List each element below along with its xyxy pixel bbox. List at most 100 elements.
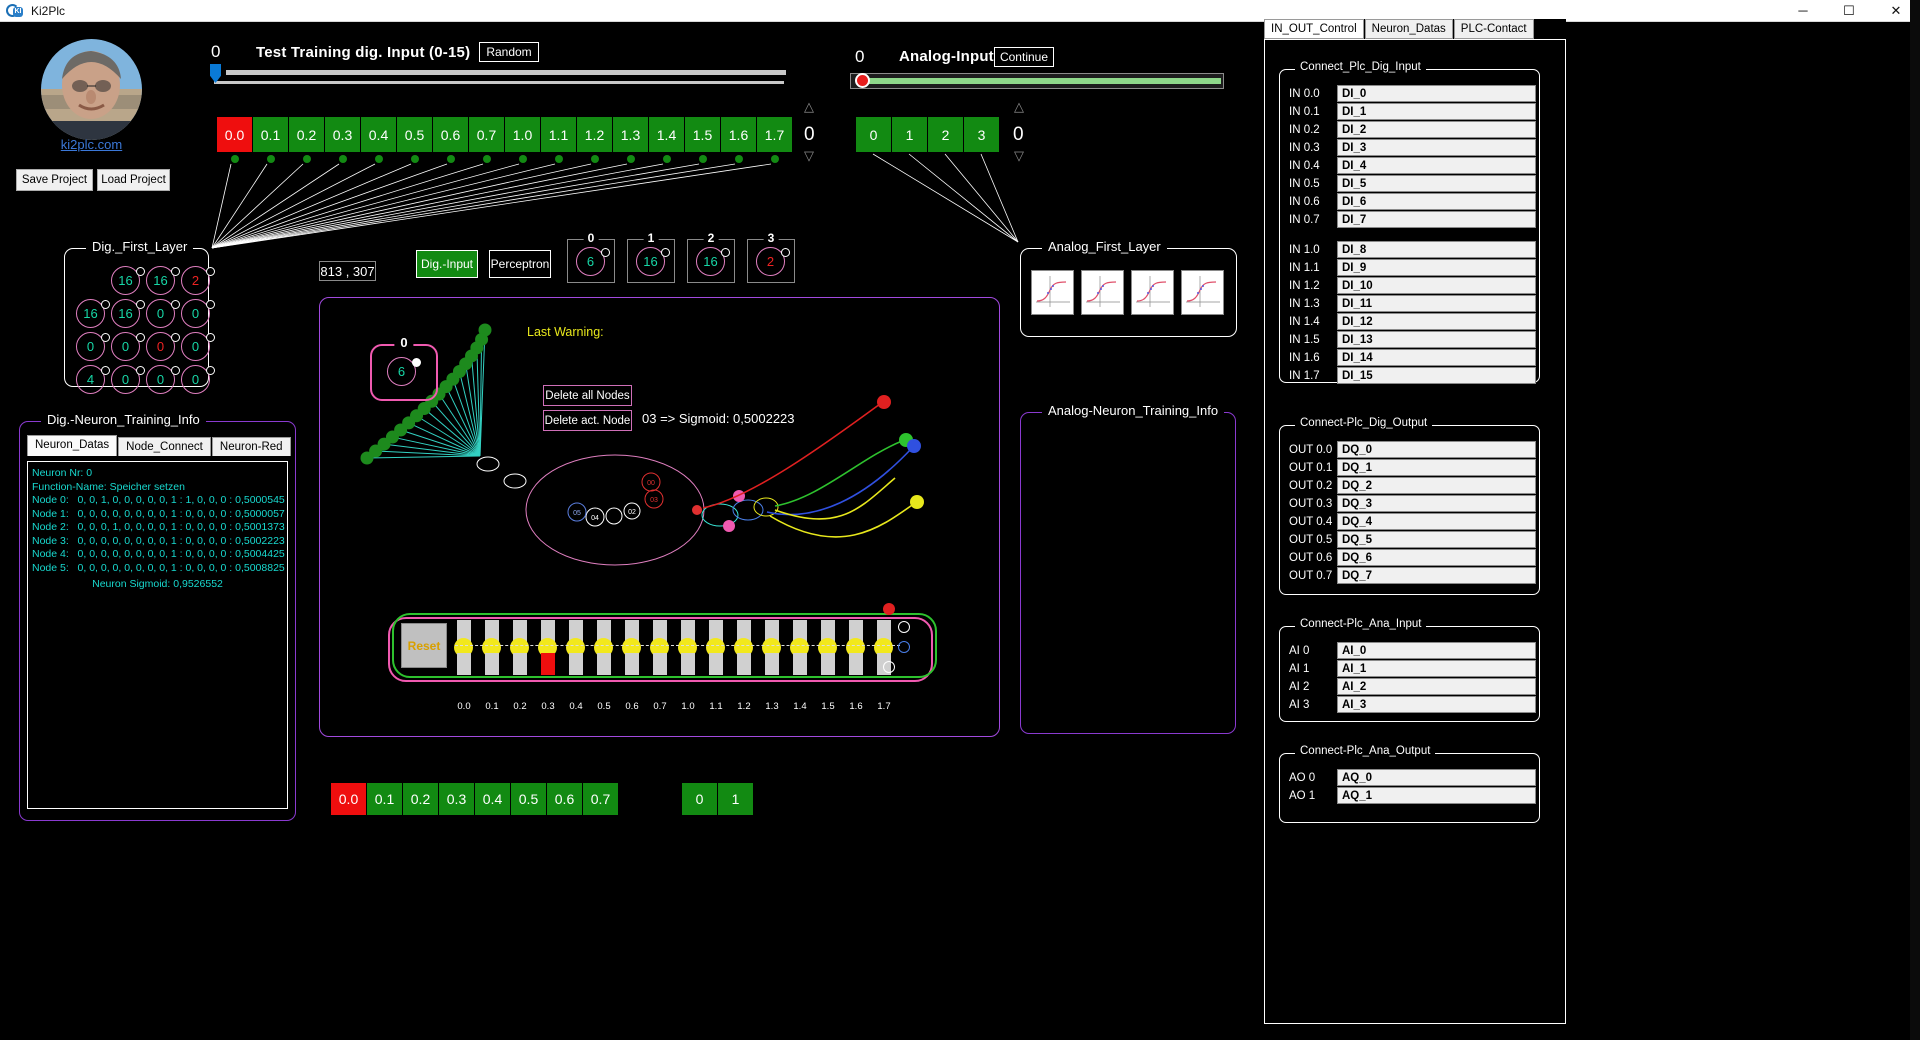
vertical-scrollbar[interactable] xyxy=(1910,0,1920,1040)
network-canvas[interactable]: 05 04 02 03 00 0 6 Last Warning: Delete … xyxy=(319,297,1000,737)
io-name-field[interactable]: DI_9 xyxy=(1337,259,1536,276)
dig-bit-1.4[interactable]: 1.4 xyxy=(649,117,684,152)
strip-led-white-2[interactable] xyxy=(883,661,895,673)
bottom-dig-bit-row[interactable]: 0.0 0.1 0.2 0.3 0.4 0.5 0.6 0.7 xyxy=(331,783,619,815)
dig-bit-0.5[interactable]: 0.5 xyxy=(397,117,432,152)
dfl-node-led[interactable] xyxy=(136,333,145,342)
io-name-field[interactable]: AI_2 xyxy=(1337,678,1536,695)
continue-button[interactable]: Continue xyxy=(994,47,1054,67)
dig-bit-0.0[interactable]: 0.0 xyxy=(217,117,252,152)
strip-bottom-cell-10[interactable] xyxy=(737,653,751,675)
dfl-node-1-2[interactable]: 0 xyxy=(146,299,180,329)
dig-bit-0.2[interactable]: 0.2 xyxy=(289,117,324,152)
analog-input-slider-thumb[interactable] xyxy=(855,73,870,88)
training-tab-neuron_datas[interactable]: Neuron_Datas xyxy=(27,435,118,456)
node-box-led[interactable] xyxy=(721,248,730,257)
selected-node-card[interactable]: 0 6 xyxy=(370,335,438,401)
dig-spin-down-icon[interactable]: ▽ xyxy=(799,149,819,162)
bottom-dig-bit-0.5[interactable]: 0.5 xyxy=(511,783,546,815)
reset-button[interactable]: Reset xyxy=(401,623,447,668)
bottom-ana-bit-0[interactable]: 0 xyxy=(682,783,717,815)
bottom-dig-bit-0.7[interactable]: 0.7 xyxy=(583,783,618,815)
dfl-node-3-3[interactable]: 0 xyxy=(181,365,215,395)
strip-bottom-cell-0[interactable] xyxy=(457,653,471,675)
dfl-node-1-1[interactable]: 16 xyxy=(111,299,145,329)
dfl-node-led[interactable] xyxy=(171,366,180,375)
dig-input-slider-track[interactable] xyxy=(226,70,786,75)
dfl-node-0-3[interactable]: 2 xyxy=(181,266,215,296)
sigmoid-plot-0[interactable] xyxy=(1031,270,1074,315)
sigmoid-plot-3[interactable] xyxy=(1181,270,1224,315)
dig-bit-0.4[interactable]: 0.4 xyxy=(361,117,396,152)
analog-bit-0[interactable]: 0 xyxy=(856,117,891,152)
strip-led-white[interactable] xyxy=(898,621,910,633)
sigmoid-plot-1[interactable] xyxy=(1081,270,1124,315)
dfl-node-2-3[interactable]: 0 xyxy=(181,332,215,362)
bottom-dig-bit-0.4[interactable]: 0.4 xyxy=(475,783,510,815)
strip-bottom-cell-8[interactable] xyxy=(681,653,695,675)
io-name-field[interactable]: DQ_2 xyxy=(1337,477,1536,494)
io-name-field[interactable]: DQ_3 xyxy=(1337,495,1536,512)
dig-bit-0.1[interactable]: 0.1 xyxy=(253,117,288,152)
strip-bottom-cell-5[interactable] xyxy=(597,653,611,675)
dfl-node-0-2[interactable]: 16 xyxy=(146,266,180,296)
strip-bottom-cell-14[interactable] xyxy=(849,653,863,675)
dfl-node-3-2[interactable]: 0 xyxy=(146,365,180,395)
dfl-node-led[interactable] xyxy=(171,300,180,309)
delete-act-node-button[interactable]: Delete act. Node xyxy=(543,410,632,431)
dig-bit-1.2[interactable]: 1.2 xyxy=(577,117,612,152)
strip-bottom-cell-7[interactable] xyxy=(653,653,667,675)
strip-bottom-cell-12[interactable] xyxy=(793,653,807,675)
bottom-ana-bit-1[interactable]: 1 xyxy=(718,783,753,815)
dfl-node-2-1[interactable]: 0 xyxy=(111,332,145,362)
analog-bit-3[interactable]: 3 xyxy=(964,117,999,152)
io-name-field[interactable]: AI_0 xyxy=(1337,642,1536,659)
io-name-field[interactable]: DI_7 xyxy=(1337,211,1536,228)
dfl-node-1-3[interactable]: 0 xyxy=(181,299,215,329)
io-name-field[interactable]: DI_0 xyxy=(1337,85,1536,102)
io-name-field[interactable]: DI_15 xyxy=(1337,367,1536,384)
dfl-node-led[interactable] xyxy=(206,267,215,276)
io-name-field[interactable]: DI_1 xyxy=(1337,103,1536,120)
io-name-field[interactable]: DI_2 xyxy=(1337,121,1536,138)
load-project-button[interactable]: Load Project xyxy=(97,169,170,191)
dfl-node-3-1[interactable]: 0 xyxy=(111,365,145,395)
io-name-field[interactable]: AQ_1 xyxy=(1337,787,1536,804)
dfl-node-led[interactable] xyxy=(171,333,180,342)
dfl-node-led[interactable] xyxy=(171,267,180,276)
dig-bit-0.3[interactable]: 0.3 xyxy=(325,117,360,152)
io-name-field[interactable]: DQ_4 xyxy=(1337,513,1536,530)
node-box-1[interactable]: 1 16 xyxy=(627,231,675,283)
bottom-dig-bit-0.3[interactable]: 0.3 xyxy=(439,783,474,815)
dig-training-tabstrip[interactable]: Neuron_Datas Node_Connect Neuron-Red xyxy=(27,435,292,456)
bottom-dig-bit-0.1[interactable]: 0.1 xyxy=(367,783,402,815)
dfl-node-led[interactable] xyxy=(136,267,145,276)
dfl-node-2-2[interactable]: 0 xyxy=(146,332,180,362)
strip-bottom-cell-9[interactable] xyxy=(709,653,723,675)
minimize-button[interactable]: ─ xyxy=(1780,0,1826,22)
node-box-led[interactable] xyxy=(601,248,610,257)
dig-bit-0.6[interactable]: 0.6 xyxy=(433,117,468,152)
io-name-field[interactable]: DQ_7 xyxy=(1337,567,1536,584)
dfl-node-led[interactable] xyxy=(101,366,110,375)
dig-bit-1.6[interactable]: 1.6 xyxy=(721,117,756,152)
io-name-field[interactable]: AQ_0 xyxy=(1337,769,1536,786)
io-name-field[interactable]: AI_3 xyxy=(1337,696,1536,713)
dfl-node-3-0[interactable]: 4 xyxy=(76,365,110,395)
dfl-node-1-0[interactable]: 16 xyxy=(76,299,110,329)
io-name-field[interactable]: DI_4 xyxy=(1337,157,1536,174)
dig-bit-1.3[interactable]: 1.3 xyxy=(613,117,648,152)
plc-tab-plc-contact[interactable]: PLC-Contact xyxy=(1453,19,1534,39)
plc-tabstrip[interactable]: IN_OUT_Control Neuron_Datas PLC-Contact xyxy=(1264,19,1535,39)
training-tab-neuron-red[interactable]: Neuron-Red xyxy=(211,437,291,456)
io-name-field[interactable]: DQ_5 xyxy=(1337,531,1536,548)
io-name-field[interactable]: DI_13 xyxy=(1337,331,1536,348)
dfl-node-led[interactable] xyxy=(206,333,215,342)
dig-input-bit-row[interactable]: 0.0 0.1 0.2 0.3 0.4 0.5 0.6 0.7 1.0 1.1 1.2 1.3 1.4 1… xyxy=(217,117,793,152)
sigmoid-plot-2[interactable] xyxy=(1131,270,1174,315)
selected-node-led[interactable] xyxy=(412,358,421,367)
analog-spin-down-icon[interactable]: ▽ xyxy=(1009,149,1029,162)
random-button[interactable]: Random xyxy=(479,42,539,62)
dfl-node-led[interactable] xyxy=(101,300,110,309)
strip-bottom-cell-6[interactable] xyxy=(625,653,639,675)
